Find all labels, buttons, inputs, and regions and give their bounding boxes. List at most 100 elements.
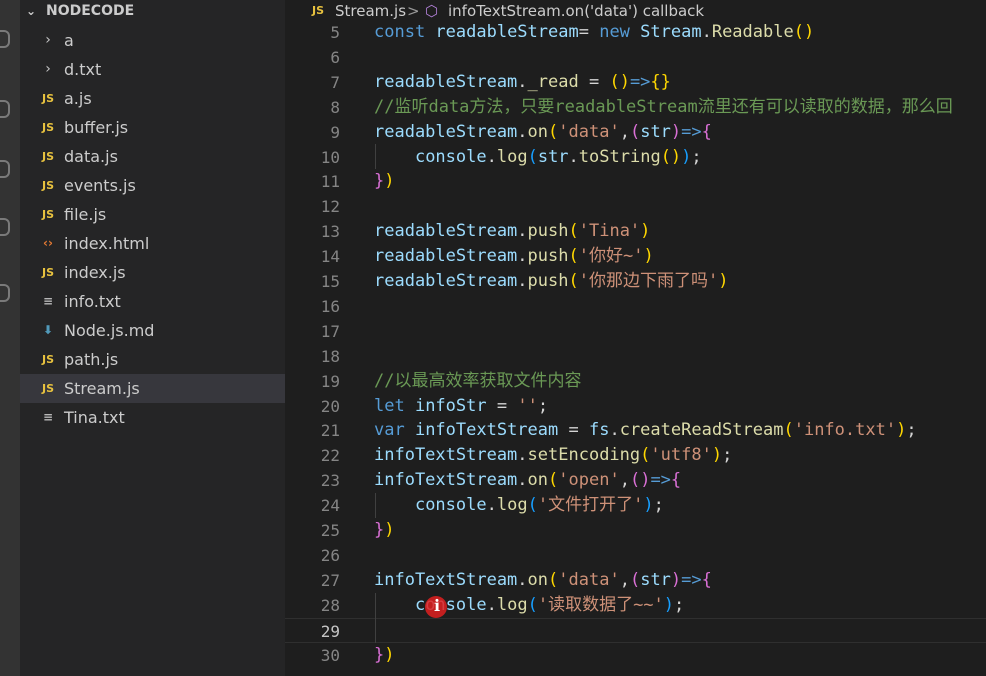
code-editor[interactable]: JS Stream.js > ⬡ infoTextStream.on('data… [285, 0, 986, 676]
code-line[interactable]: 21 var infoTextStream = fs.createReadStre… [285, 418, 986, 443]
code-line[interactable]: 18 [285, 344, 986, 369]
code-token: '你那边下雨了吗' [578, 271, 719, 291]
code-line[interactable]: 7 readableStream._read = ()=>{} [285, 70, 986, 95]
code-token: Stream [640, 22, 702, 42]
file-tree-item[interactable]: ≡ info.txt [20, 287, 285, 316]
source-control-icon[interactable] [0, 160, 10, 178]
code-line[interactable]: 20 let infoStr = ''; [285, 394, 986, 419]
file-tree-item[interactable]: JS data.js [20, 142, 285, 171]
code-line[interactable]: 6 [285, 45, 986, 70]
code-line[interactable]: 15 readableStream.push('你那边下雨了吗') [285, 269, 986, 294]
code-token: fs [588, 420, 610, 441]
line-number: 19 [320, 371, 340, 391]
line-number: 25 [320, 521, 340, 540]
file-tree-item[interactable]: ⬇ Node.js.md [20, 316, 285, 345]
code-token: infoTextStream [374, 445, 518, 466]
code-token: ) [670, 121, 682, 142]
line-number: 21 [320, 421, 340, 441]
code-line[interactable]: 12 [285, 194, 986, 219]
code-line[interactable]: 10 console.log(str.toString()); [285, 145, 986, 170]
code-line[interactable]: 27 infoTextStream.on('data',(str)=>{ [285, 568, 986, 593]
code-line[interactable]: 29 [285, 617, 986, 643]
debug-icon[interactable] [0, 218, 10, 236]
code-token: . [517, 271, 528, 291]
code-line[interactable]: 26 [285, 543, 986, 568]
code-line[interactable]: 11}) [285, 169, 986, 194]
code-token: 'utf8' [650, 445, 712, 466]
chevron-down-icon: ⌄ [26, 4, 37, 18]
code-token: ( [568, 221, 579, 242]
code-token: //以最高效率获取文件内容 [374, 370, 582, 391]
file-tree-item[interactable]: ≡ Tina.txt [20, 403, 285, 432]
code-token: = [558, 420, 589, 441]
breadcrumb-symbol[interactable]: infoTextStream.on('data') callback [448, 0, 704, 22]
search-icon[interactable] [0, 100, 10, 118]
code-line[interactable]: 28 console.log('读取数据了~~'); [285, 593, 986, 618]
code-token: str [537, 146, 569, 167]
file-tree-item[interactable]: › a [20, 26, 285, 55]
line-number: 28 [320, 595, 340, 615]
js-file-icon: JS [41, 121, 54, 134]
line-number: 9 [330, 122, 340, 142]
code-token: . [701, 22, 712, 42]
code-token: push [527, 271, 569, 291]
file-tree-item[interactable]: JS buffer.js [20, 113, 285, 142]
file-tree-item[interactable]: JS a.js [20, 84, 285, 113]
explorer-header[interactable]: ⌄ NODECODE [20, 0, 285, 22]
code-token: ( [629, 569, 641, 590]
code-token: . [486, 594, 497, 615]
code-token: _read [527, 71, 579, 92]
code-line[interactable]: 13 readableStream.push('Tina') [285, 219, 986, 244]
code-token: ) [718, 271, 729, 291]
code-token: 'data' [558, 569, 620, 590]
code-token: } [374, 644, 385, 665]
breadcrumb-file[interactable]: Stream.js [335, 0, 406, 22]
code-token: = [486, 395, 518, 416]
file-tree-item[interactable]: JS events.js [20, 171, 285, 200]
code-token: ) [643, 495, 654, 516]
chevron-right-icon: › [45, 32, 51, 48]
code-text: readableStream.push('你那边下雨了吗') [374, 269, 728, 294]
extensions-icon[interactable] [0, 284, 10, 302]
js-file-icon: JS [41, 150, 54, 163]
code-line[interactable]: 19 //以最高效率获取文件内容 [285, 369, 986, 394]
code-token: '' [517, 395, 538, 416]
code-token: , [619, 569, 630, 590]
line-number: 22 [320, 446, 340, 466]
code-token: ; [653, 495, 664, 516]
code-token: readableStream [374, 121, 518, 142]
code-line[interactable]: 25}) [285, 518, 986, 543]
code-token: 'info.txt' [793, 420, 897, 441]
code-text: console.log('文件打开了'); [374, 493, 664, 518]
code-token: ( [527, 594, 538, 615]
file-tree-item[interactable]: JS Stream.js [20, 374, 285, 403]
code-line[interactable]: 9 readableStream.on('data',(str)=>{ [285, 120, 986, 145]
file-tree-item[interactable]: JS file.js [20, 200, 285, 229]
indent-guide [375, 493, 376, 518]
code-line[interactable]: 24 console.log('文件打开了'); [285, 493, 986, 518]
code-token: ) [643, 246, 654, 267]
code-line[interactable]: 22 infoTextStream.setEncoding('utf8'); [285, 443, 986, 468]
chevron-right-icon: › [45, 61, 51, 77]
code-line[interactable]: 14 readableStream.push('你好~') [285, 244, 986, 269]
code-line[interactable]: 5 const readableStream= new Stream.Readab… [285, 20, 986, 45]
js-file-icon: JS [41, 179, 54, 192]
code-token: '文件打开了' [537, 495, 644, 516]
file-tree-item[interactable]: JS path.js [20, 345, 285, 374]
code-token: . [517, 221, 528, 242]
file-tree-item[interactable]: ‹› index.html [20, 229, 285, 258]
code-token: . [486, 495, 497, 516]
file-tree-item[interactable]: › d.txt [20, 55, 285, 84]
code-token: on [527, 569, 549, 590]
file-tree-item-label: a.js [64, 89, 92, 108]
code-line[interactable]: 16 [285, 294, 986, 319]
code-line[interactable]: 23 infoTextStream.on('open',()=>{ [285, 468, 986, 493]
code-line[interactable]: 30}) [285, 643, 986, 668]
code-line[interactable]: 8 //监听data方法，只要readableStream流里还有可以读取的数据，… [285, 95, 986, 120]
file-tree-item[interactable]: JS index.js [20, 258, 285, 287]
code-line[interactable]: 17 [285, 319, 986, 344]
explorer-icon[interactable] [0, 30, 10, 48]
code-token: push [527, 246, 569, 267]
code-token: ) [384, 520, 395, 540]
